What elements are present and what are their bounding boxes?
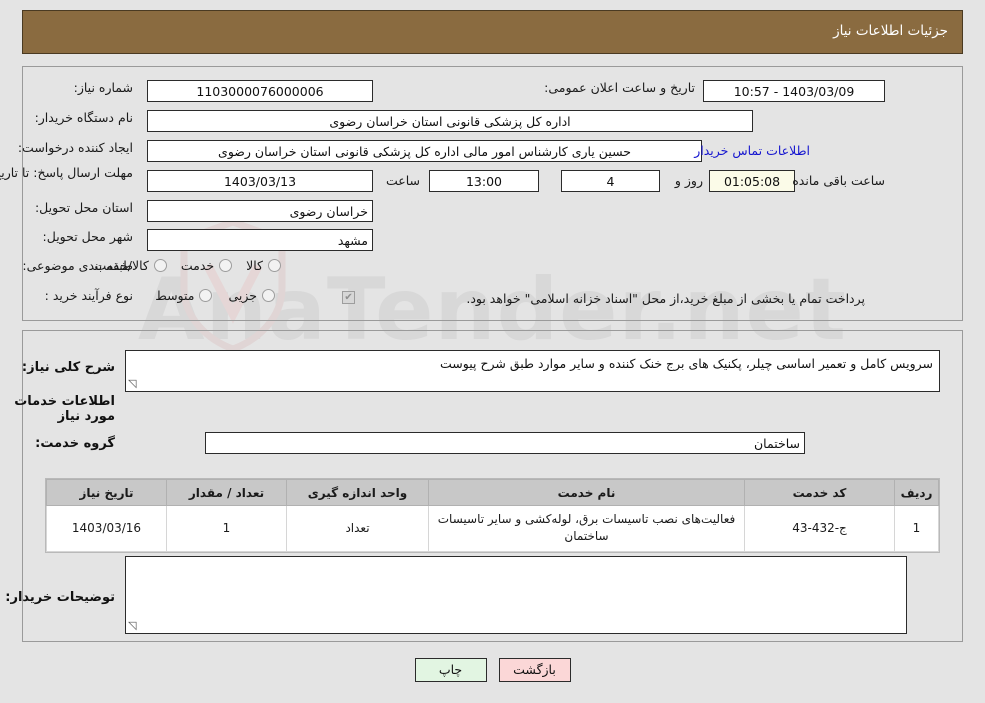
services-table: ردیف کد خدمت نام خدمت واحد اندازه گیری ت… [46, 479, 939, 552]
purchase-type-option-jozei[interactable]: جزیی [228, 288, 275, 303]
resize-grip-icon[interactable]: ◸ [128, 377, 140, 390]
radio-icon[interactable] [262, 289, 275, 302]
delivery-city-value: مشهد [147, 229, 373, 251]
city-label-wrap: شهر محل تحویل: [43, 229, 133, 245]
services-table-head: ردیف کد خدمت نام خدمت واحد اندازه گیری ت… [46, 479, 939, 506]
col-need-date: تاریخ نیاز [46, 479, 167, 506]
radio-icon[interactable] [268, 259, 281, 272]
col-quantity: تعداد / مقدار [166, 479, 287, 506]
deadline-time-value: 13:00 [429, 170, 539, 192]
cell-quantity: 1 [166, 505, 287, 552]
cell-service-code: ج-432-43 [744, 505, 895, 552]
deadline-time-label: ساعت [385, 173, 420, 188]
need-info-panel [22, 66, 963, 321]
announce-datetime-label: تاریخ و ساعت اعلان عمومی: [544, 80, 695, 95]
page-root: AnaTender.net جزئیات اطلاعات نیاز شماره … [0, 0, 985, 703]
resize-grip-icon[interactable]: ◸ [128, 619, 140, 632]
radio-icon[interactable] [219, 259, 233, 272]
announce-datetime-value: 1403/03/09 - 10:57 [703, 80, 885, 102]
purchase-type-option-label: متوسط [155, 288, 195, 303]
table-header-row: ردیف کد خدمت نام خدمت واحد اندازه گیری ت… [46, 479, 939, 506]
buyer-comments-label: توضیحات خریدار: [5, 590, 115, 605]
services-section-title: اطلاعات خدمات مورد نیاز [14, 394, 115, 424]
delivery-province-value: خراسان رضوی [147, 200, 373, 222]
deadline-label: مهلت ارسال پاسخ: تا تاریخ: [0, 165, 133, 180]
province-label-wrap: استان محل تحویل: [35, 200, 133, 216]
page-title: جزئیات اطلاعات نیاز [833, 23, 948, 40]
general-desc-label: شرح کلی نیاز: [21, 360, 115, 375]
need-number-label: شماره نیاز: [73, 80, 133, 95]
deadline-days-value: 4 [561, 170, 660, 192]
deadline-date-value: 1403/03/13 [147, 170, 373, 192]
buyer-org-value: اداره کل پزشکی قانونی استان خراسان رضوی [147, 110, 753, 132]
purchase-type-radio-group: جزیی متوسط [155, 288, 275, 303]
col-row-no: ردیف [894, 479, 939, 506]
category-option-kala[interactable]: کالا [246, 258, 281, 273]
cell-service-name: فعالیت‌های نصب تاسیسات برق، لوله‌کشی و س… [428, 505, 745, 552]
category-option-khedmat[interactable]: خدمت [180, 258, 233, 273]
category-radio-group: کالا خدمت کالا/خدمت [94, 258, 281, 273]
back-button[interactable]: بازگشت [498, 658, 571, 682]
purchase-type-option-motavaset[interactable]: متوسط [155, 288, 213, 303]
need-number-row: شماره نیاز: [74, 80, 133, 96]
category-option-label: کالا/خدمت [94, 258, 149, 273]
delivery-city-label: شهر محل تحویل: [42, 229, 133, 244]
creator-value: حسین یاری کارشناس امور مالی اداره کل پزش… [147, 140, 702, 162]
need-number-value: 1103000076000006 [147, 80, 373, 102]
purchase-type-option-label: جزیی [228, 288, 257, 303]
service-group-value: ساختمان [205, 432, 805, 454]
deadline-countdown-value: 01:05:08 [709, 170, 795, 192]
services-table-body: 1 ج-432-43 فعالیت‌های نصب تاسیسات برق، ل… [46, 505, 939, 552]
creator-label-wrap: ایجاد کننده درخواست: [18, 140, 133, 156]
creator-label: ایجاد کننده درخواست: [17, 140, 133, 155]
print-button[interactable]: چاپ [414, 658, 487, 682]
cell-need-date: 1403/03/16 [46, 505, 167, 552]
cell-row-no: 1 [894, 505, 939, 552]
col-service-name: نام خدمت [428, 479, 745, 506]
general-desc-value: سرویس کامل و تعمیر اساسی چیلر، پکنیک های… [440, 356, 933, 371]
footer-button-bar: بازگشت چاپ [0, 658, 985, 682]
buyer-org-label: نام دستگاه خریدار: [34, 110, 133, 125]
cell-unit: تعداد [286, 505, 429, 552]
category-option-kala-khedmat[interactable]: کالا/خدمت [94, 258, 167, 273]
deadline-countdown-suffix: ساعت باقی مانده [792, 173, 885, 188]
deadline-label-wrap: مهلت ارسال پاسخ: تا تاریخ: [0, 165, 133, 182]
treasury-checkbox[interactable]: ✔ [342, 291, 355, 304]
col-unit: واحد اندازه گیری [286, 479, 429, 506]
buyer-comments-textarea[interactable]: ◸ [125, 556, 907, 634]
purchase-type-label-wrap: نوع فرآیند خرید : [45, 288, 133, 304]
buyer-org-label-wrap: نام دستگاه خریدار: [35, 110, 133, 126]
general-desc-textarea[interactable]: سرویس کامل و تعمیر اساسی چیلر، پکنیک های… [125, 350, 940, 392]
purchase-type-label: نوع فرآیند خرید : [44, 288, 133, 303]
page-header: جزئیات اطلاعات نیاز [22, 10, 963, 54]
radio-icon[interactable] [153, 259, 167, 272]
services-table-wrap: ردیف کد خدمت نام خدمت واحد اندازه گیری ت… [45, 478, 940, 553]
category-option-label: خدمت [180, 258, 215, 273]
table-row: 1 ج-432-43 فعالیت‌های نصب تاسیسات برق، ل… [46, 505, 939, 552]
buyer-contact-link[interactable]: اطلاعات تماس خریدار [694, 143, 810, 158]
announce-datetime-label-wrap: تاریخ و ساعت اعلان عمومی: [544, 80, 695, 96]
category-option-label: کالا [246, 258, 263, 273]
treasury-note-text: پرداخت تمام یا بخشی از مبلغ خرید،از محل … [466, 291, 865, 306]
deadline-days-label: روز و [674, 173, 703, 188]
radio-icon[interactable] [199, 289, 213, 302]
service-group-label: گروه خدمت: [35, 436, 115, 451]
col-service-code: کد خدمت [744, 479, 895, 506]
delivery-province-label: استان محل تحویل: [34, 200, 133, 215]
